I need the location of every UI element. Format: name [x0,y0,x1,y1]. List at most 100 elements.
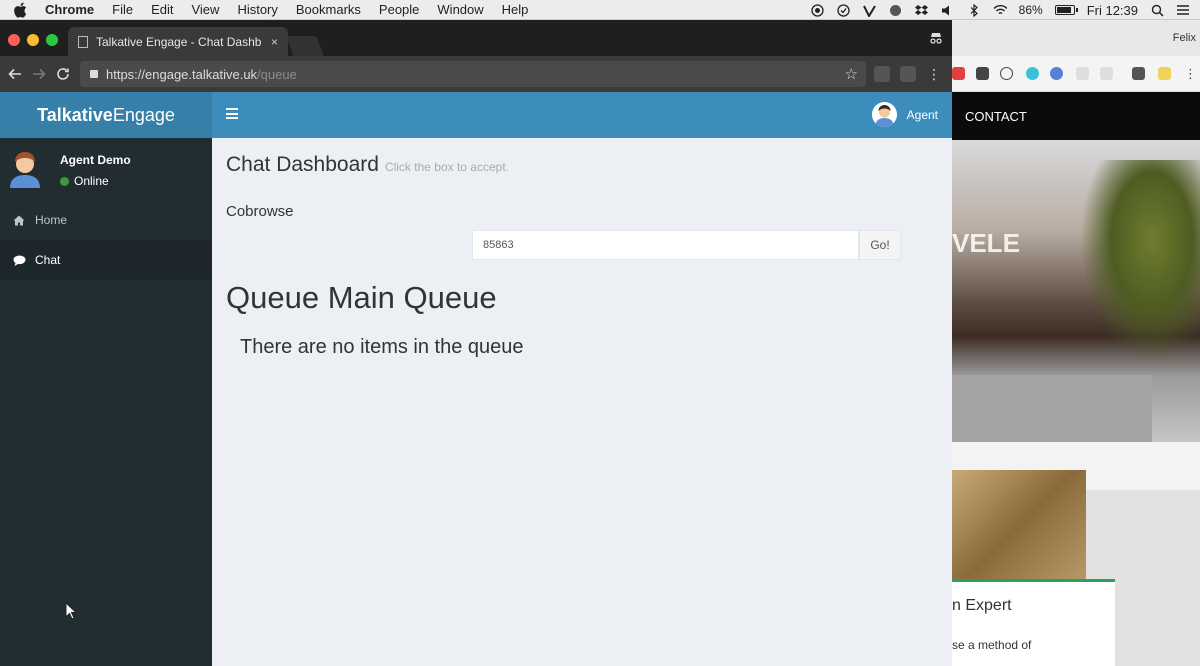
card-text: se a method of [952,638,1032,652]
bookmark-star-icon[interactable]: ☆ [845,65,858,83]
menu-bookmarks[interactable]: Bookmarks [296,2,361,17]
tab-strip: Talkative Engage - Chat Dashb × [0,20,952,56]
extension-icon[interactable] [1100,67,1113,80]
reload-icon[interactable] [54,65,72,83]
volume-icon[interactable] [941,3,955,17]
agent-status: Online [60,174,109,188]
menu-view[interactable]: View [191,2,219,17]
building-thumbnail-image [952,470,1086,582]
menu-window[interactable]: Window [437,2,483,17]
page-title: Chat Dashboard Click the box to accept. [226,153,509,177]
url-path: /queue [257,66,297,82]
hero-text: VELE [952,228,1020,258]
sidebar: Talkative Engage Agent Demo Online Home C… [0,92,212,666]
url-host: https://engage.talkative.uk [106,66,258,82]
background-site-nav: CONTACT [952,92,1200,140]
close-tab-icon[interactable]: × [271,35,278,49]
battery-icon[interactable] [1054,5,1078,15]
back-arrow-icon[interactable] [6,65,24,83]
hero-tree-image [1080,160,1200,360]
maximize-window-button[interactable] [46,34,58,46]
battery-percent: 86% [1018,3,1043,17]
extension-icon[interactable] [900,66,916,82]
chrome-window: Talkative Engage - Chat Dashb × https://… [0,20,952,666]
chrome-menu-icon[interactable]: ⋮ [1184,67,1197,80]
logo-bold-text: Talkative [37,104,113,125]
extension-icon[interactable] [1158,67,1171,80]
wifi-icon[interactable] [993,3,1007,17]
online-status-dot-icon [60,176,69,186]
header-username: Agent [906,107,938,122]
menu-edit[interactable]: Edit [151,2,173,17]
queue-title: Queue Main Queue [226,280,497,315]
record-icon[interactable] [811,3,825,17]
background-tab-title[interactable]: Felix [1173,32,1196,44]
header-avatar [871,102,897,127]
background-tab-bar: Felix [952,20,1200,56]
extension-icon[interactable] [1076,67,1089,80]
clock-extension-icon[interactable] [1000,67,1013,80]
macos-menu-bar: Chrome File Edit View History Bookmarks … [0,0,1200,20]
go-button[interactable]: Go! [859,230,901,260]
new-tab-button[interactable] [286,36,324,56]
agent-avatar [10,152,40,188]
forward-arrow-icon[interactable] [30,65,48,83]
menu-help[interactable]: Help [502,2,529,17]
minimize-window-button[interactable] [27,34,39,46]
page-title-text: Chat Dashboard [226,153,379,176]
tab-title: Talkative Engage - Chat Dashb [96,34,262,49]
sidebar-toggle-icon[interactable] [226,108,238,119]
cobrowse-input-group: Go! [472,230,901,260]
spotlight-search-icon[interactable] [1150,3,1164,17]
notification-center-icon[interactable] [1176,3,1190,17]
sync-icon[interactable] [889,3,903,17]
extension-icon[interactable] [1026,67,1039,80]
extension-icon[interactable] [874,66,890,82]
talkative-app: Talkative Engage Agent Demo Online Home C… [0,92,952,666]
extension-icon[interactable] [952,67,965,80]
clock[interactable]: Fri 12:39 [1087,3,1138,18]
background-hero-image: VELE [952,140,1200,442]
mouse-cursor-icon [65,602,77,620]
address-bar[interactable]: https://engage.talkative.uk/queue ☆ [80,61,866,87]
app-logo[interactable]: Talkative Engage [0,92,212,138]
menu-app-chrome[interactable]: Chrome [45,2,94,17]
incognito-icon[interactable] [928,30,944,46]
menu-file[interactable]: File [112,2,133,17]
sidebar-item-chat[interactable]: Chat [0,240,212,280]
bluetooth-icon[interactable] [967,3,981,17]
chrome-menu-icon[interactable]: ⋮ [926,66,942,82]
extension-icon[interactable] [1132,67,1145,80]
menu-people[interactable]: People [379,2,419,17]
sidebar-item-home[interactable]: Home [0,200,212,240]
vectorworks-icon[interactable] [863,3,877,17]
extension-icon[interactable] [1050,67,1063,80]
page-subtitle: Click the box to accept. [384,160,509,174]
menu-history[interactable]: History [237,2,277,17]
main-header: Agent [212,92,952,138]
cobrowse-code-input[interactable] [472,230,859,260]
sidebar-item-label: Home [35,213,68,227]
check-circle-icon[interactable] [837,3,851,17]
logo-light-text: Engage [112,104,175,125]
card-heading: n Expert [952,597,1012,614]
browser-toolbar: https://engage.talkative.uk/queue ☆ ⋮ [0,56,952,92]
agent-name: Agent Demo [60,153,131,167]
sidebar-item-label: Chat [35,253,61,267]
browser-tab-active[interactable]: Talkative Engage - Chat Dashb × [68,27,288,56]
queue-empty-message: There are no items in the queue [240,336,524,358]
close-window-button[interactable] [8,34,20,46]
user-menu[interactable]: Agent [871,102,938,127]
cobrowse-label: Cobrowse [226,203,294,220]
background-browser-window: Felix ⋮ CONTACT VELE n Expert se a metho… [952,20,1200,666]
chat-icon [12,253,26,267]
home-icon [12,213,26,227]
dropbox-icon[interactable] [915,3,929,17]
apple-icon[interactable] [13,2,27,18]
nav-contact-link[interactable]: CONTACT [965,109,1027,124]
background-toolbar: ⋮ [952,56,1200,92]
hero-wall-image [952,375,1152,442]
extension-icon[interactable] [976,67,989,80]
content-area: Chat Dashboard Click the box to accept. C… [212,138,952,666]
status-text: Online [74,174,109,188]
